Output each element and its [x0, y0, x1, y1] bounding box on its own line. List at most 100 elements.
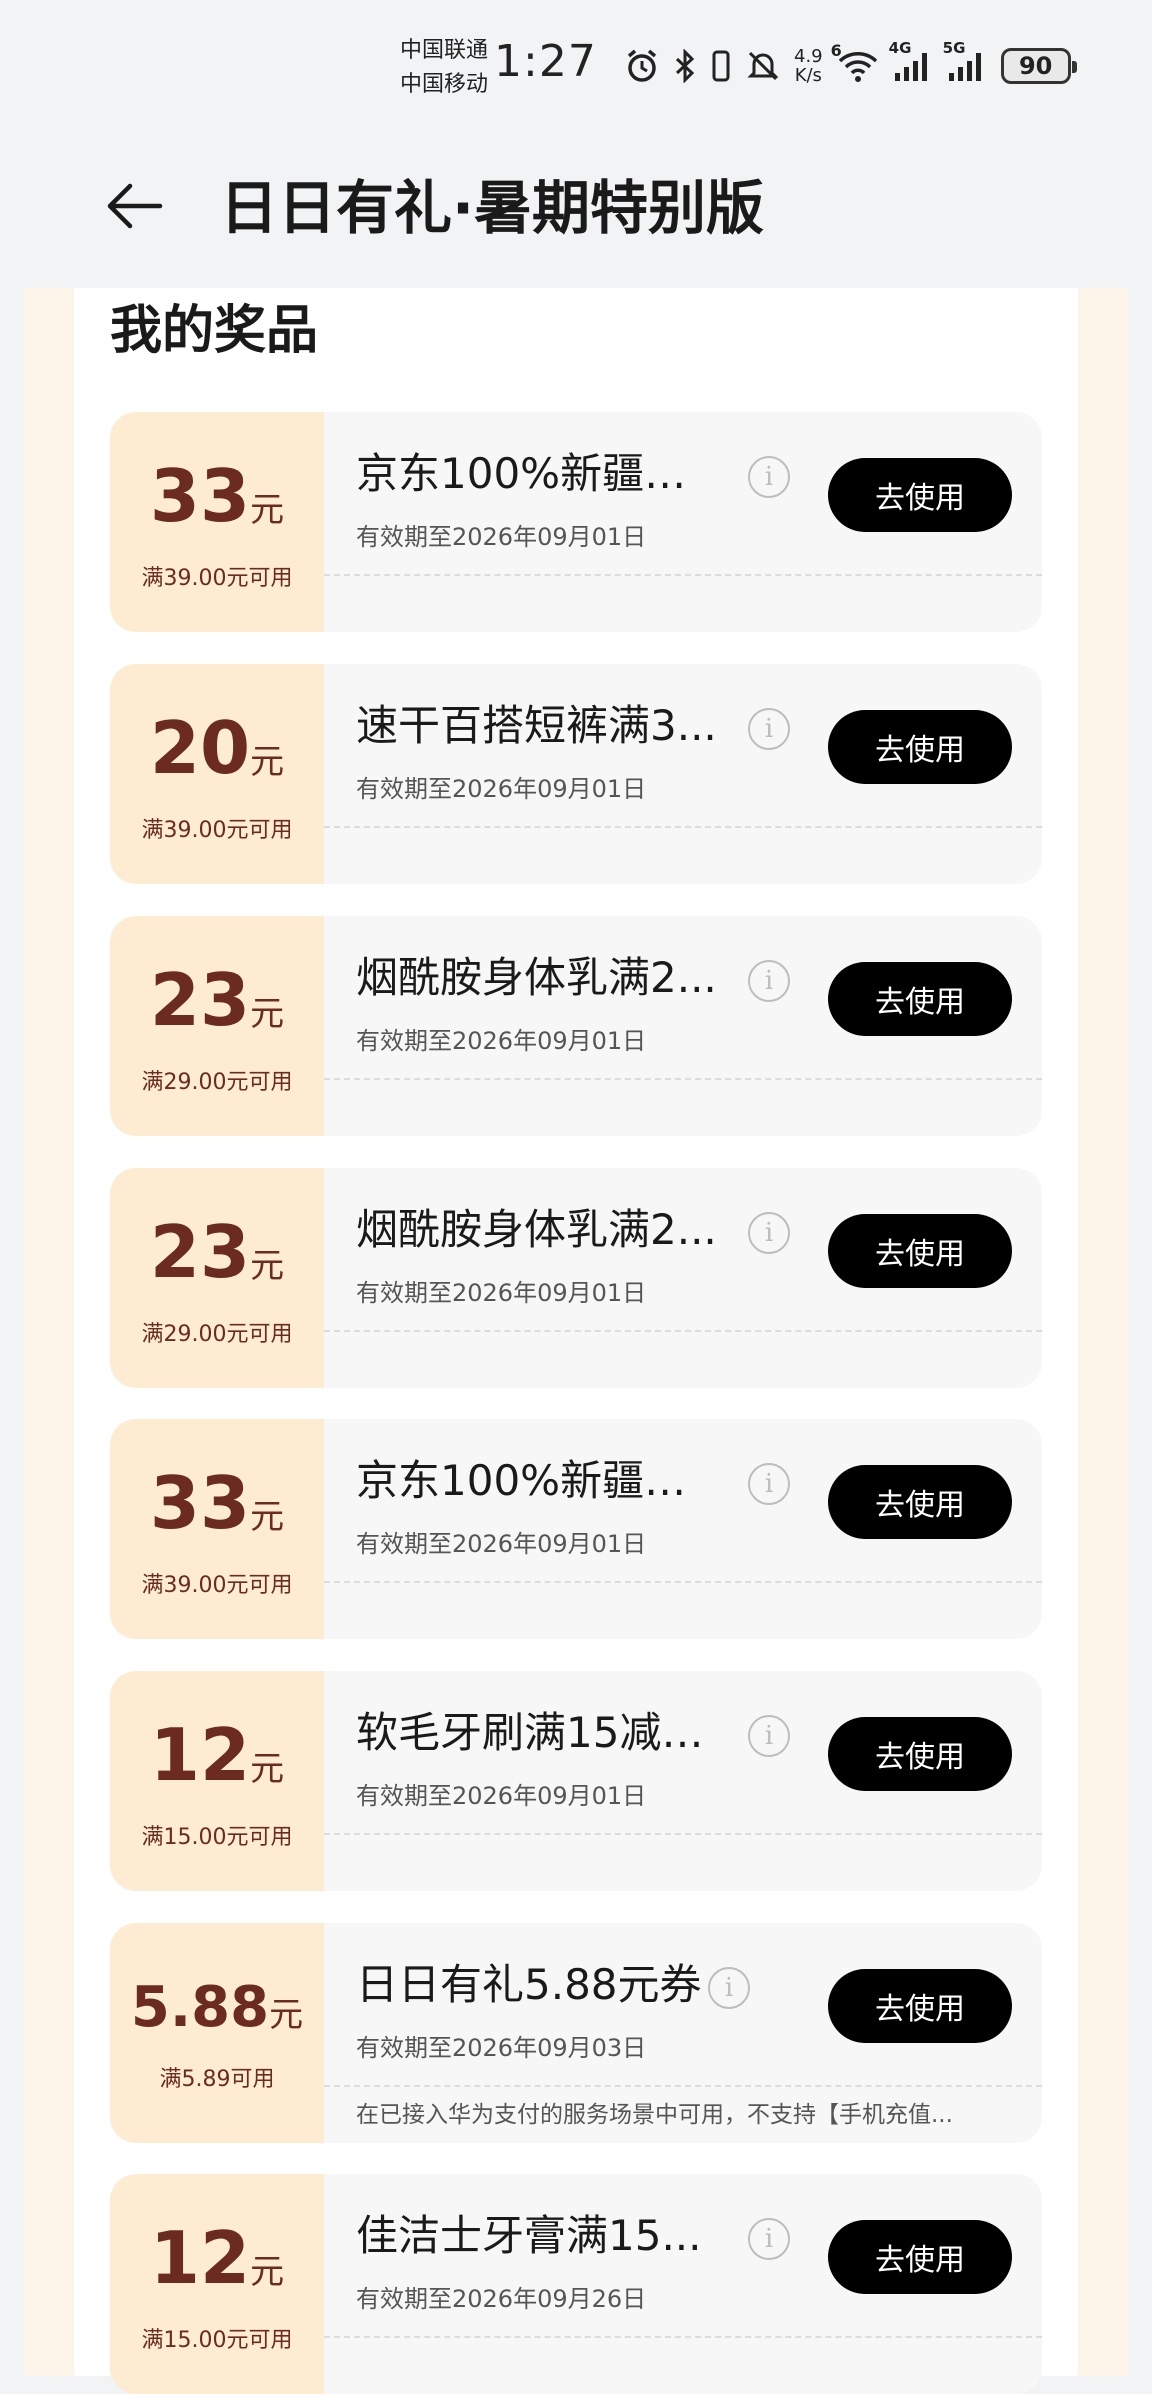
coupon-threshold: 满39.00元可用: [141, 566, 293, 591]
use-button[interactable]: 去使用: [828, 2220, 1012, 2294]
signal-icon: 5G: [943, 39, 987, 83]
clock: 1:27: [494, 36, 597, 87]
coupon-amount: 5.88元: [110, 1975, 324, 2040]
coupon-value-area: 12元 满15.00元可用: [110, 1671, 330, 1891]
coupon-card: 5.88元 满5.89可用 日日有礼5.88元券 i 有效期至2026年09月0…: [110, 1923, 1042, 2143]
coupon-value-area: 20元 满39.00元可用: [110, 664, 330, 884]
coupon-amount-number: 12: [149, 2216, 251, 2300]
coupon-title: 佳洁士牙膏满15...: [356, 2211, 702, 2260]
coupon-expiry: 有效期至2026年09月03日: [356, 2034, 647, 2062]
coupon-value-area: 33元 满39.00元可用: [110, 412, 330, 632]
coupon-title: 烟酰胺身体乳满2...: [356, 1205, 717, 1254]
battery-level: 90: [1018, 52, 1053, 80]
coupon-amount-number: 23: [149, 958, 251, 1042]
coupon-card: 20元 满39.00元可用 速干百搭短裤满3... i 有效期至2026年09月…: [110, 664, 1042, 884]
coupon-amount-number: 20: [149, 706, 251, 790]
coupon-divider: [324, 1581, 1042, 1583]
coupon-threshold: 满39.00元可用: [141, 1573, 293, 1598]
coupon-amount-unit: 元: [250, 490, 285, 530]
coupon-amount-unit: 元: [250, 1497, 285, 1537]
coupon-divider: [324, 2085, 1042, 2087]
net-speed-unit: K/s: [794, 65, 822, 86]
section-title: 我的奖品: [110, 301, 319, 361]
coupon-amount-number: 33: [149, 1461, 251, 1545]
coupon-amount-number: 5.88: [130, 1975, 270, 2040]
coupon-divider: [324, 826, 1042, 828]
coupon-amount-unit: 元: [250, 994, 285, 1034]
coupon-divider: [324, 1330, 1042, 1332]
info-icon[interactable]: i: [748, 960, 790, 1002]
wifi-badge: 6: [830, 41, 842, 60]
use-button[interactable]: 去使用: [828, 1214, 1012, 1288]
coupon-amount-unit: 元: [250, 1749, 285, 1789]
coupon-amount-unit: 元: [250, 2252, 285, 2292]
info-icon[interactable]: i: [748, 2218, 790, 2260]
page-title: 日日有礼·暑期特别版: [220, 174, 765, 242]
mute-icon: [746, 49, 780, 83]
status-bar: 中国联通 中国移动 1:27 4.9 K/s 6 4G 5G 90: [0, 0, 1152, 130]
coupon-title: 日日有礼5.88元券: [356, 1960, 702, 2009]
coupon-title: 京东100%新疆棉...: [356, 1456, 726, 1505]
carrier-names: 中国联通 中国移动: [400, 34, 488, 102]
coupon-expiry: 有效期至2026年09月01日: [356, 1530, 647, 1558]
coupon-title: 速干百搭短裤满3...: [356, 701, 717, 750]
coupon-divider: [324, 1833, 1042, 1835]
use-button[interactable]: 去使用: [828, 1465, 1012, 1539]
coupon-amount-unit: 元: [250, 1246, 285, 1286]
coupon-amount-number: 23: [149, 1210, 251, 1294]
coupon-threshold: 满39.00元可用: [141, 818, 293, 843]
signal-2-label: 5G: [942, 39, 966, 57]
carrier-1: 中国联通: [400, 38, 489, 63]
coupon-card: 33元 满39.00元可用 京东100%新疆棉... i 有效期至2026年09…: [110, 1419, 1042, 1639]
coupon-expiry: 有效期至2026年09月01日: [356, 523, 647, 551]
info-icon[interactable]: i: [748, 1463, 790, 1505]
use-button[interactable]: 去使用: [828, 962, 1012, 1036]
coupon-amount: 12元: [110, 1713, 324, 1797]
coupon-description: 在已接入华为支付的服务场景中可用，不支持【手机充值...: [356, 2102, 953, 2128]
coupon-title: 软毛牙刷满15减1...: [356, 1708, 726, 1757]
coupon-divider: [324, 574, 1042, 576]
info-icon[interactable]: i: [748, 1715, 790, 1757]
info-icon[interactable]: i: [748, 708, 790, 750]
coupon-value-area: 23元 满29.00元可用: [110, 916, 330, 1136]
wifi-icon: 6: [831, 41, 879, 83]
use-button[interactable]: 去使用: [828, 1717, 1012, 1791]
net-speed: 4.9 K/s: [794, 47, 823, 85]
coupon-expiry: 有效期至2026年09月01日: [356, 1279, 647, 1307]
back-button[interactable]: [96, 168, 172, 244]
coupon-amount: 33元: [110, 1461, 324, 1545]
use-button[interactable]: 去使用: [828, 458, 1012, 532]
coupon-threshold: 满15.00元可用: [141, 2328, 293, 2353]
coupon-threshold: 满5.89可用: [159, 2067, 275, 2092]
info-icon[interactable]: i: [748, 1212, 790, 1254]
bluetooth-icon: [674, 49, 696, 83]
coupon-divider: [324, 2336, 1042, 2338]
coupon-card: 23元 满29.00元可用 烟酰胺身体乳满2... i 有效期至2026年09月…: [110, 916, 1042, 1136]
coupon-card: 23元 满29.00元可用 烟酰胺身体乳满2... i 有效期至2026年09月…: [110, 1168, 1042, 1388]
use-button[interactable]: 去使用: [828, 710, 1012, 784]
use-button[interactable]: 去使用: [828, 1969, 1012, 2043]
coupon-card: 33元 满39.00元可用 京东100%新疆棉... i 有效期至2026年09…: [110, 412, 1042, 632]
coupon-expiry: 有效期至2026年09月01日: [356, 775, 647, 803]
net-speed-value: 4.9: [794, 46, 823, 67]
coupon-threshold: 满15.00元可用: [141, 1825, 293, 1850]
info-icon[interactable]: i: [708, 1967, 750, 2009]
coupon-amount-unit: 元: [250, 742, 285, 782]
coupon-amount: 23元: [110, 958, 324, 1042]
alarm-icon: [624, 48, 660, 84]
signal-1-label: 4G: [888, 39, 912, 57]
coupon-amount: 23元: [110, 1210, 324, 1294]
coupon-amount-number: 33: [149, 454, 251, 538]
coupon-value-area: 23元 满29.00元可用: [110, 1168, 330, 1388]
coupon-value-area: 33元 满39.00元可用: [110, 1419, 330, 1639]
coupon-card: 12元 满15.00元可用 佳洁士牙膏满15... i 有效期至2026年09月…: [110, 2174, 1042, 2394]
info-icon[interactable]: i: [748, 456, 790, 498]
coupon-amount-unit: 元: [269, 1995, 304, 2035]
coupon-value-area: 5.88元 满5.89可用: [110, 1923, 330, 2143]
carrier-2: 中国移动: [400, 72, 489, 97]
coupon-title: 烟酰胺身体乳满2...: [356, 953, 717, 1002]
coupon-value-area: 12元 满15.00元可用: [110, 2174, 330, 2394]
coupon-amount: 12元: [110, 2216, 324, 2300]
coupon-expiry: 有效期至2026年09月01日: [356, 1027, 647, 1055]
coupon-amount-number: 12: [149, 1713, 251, 1797]
